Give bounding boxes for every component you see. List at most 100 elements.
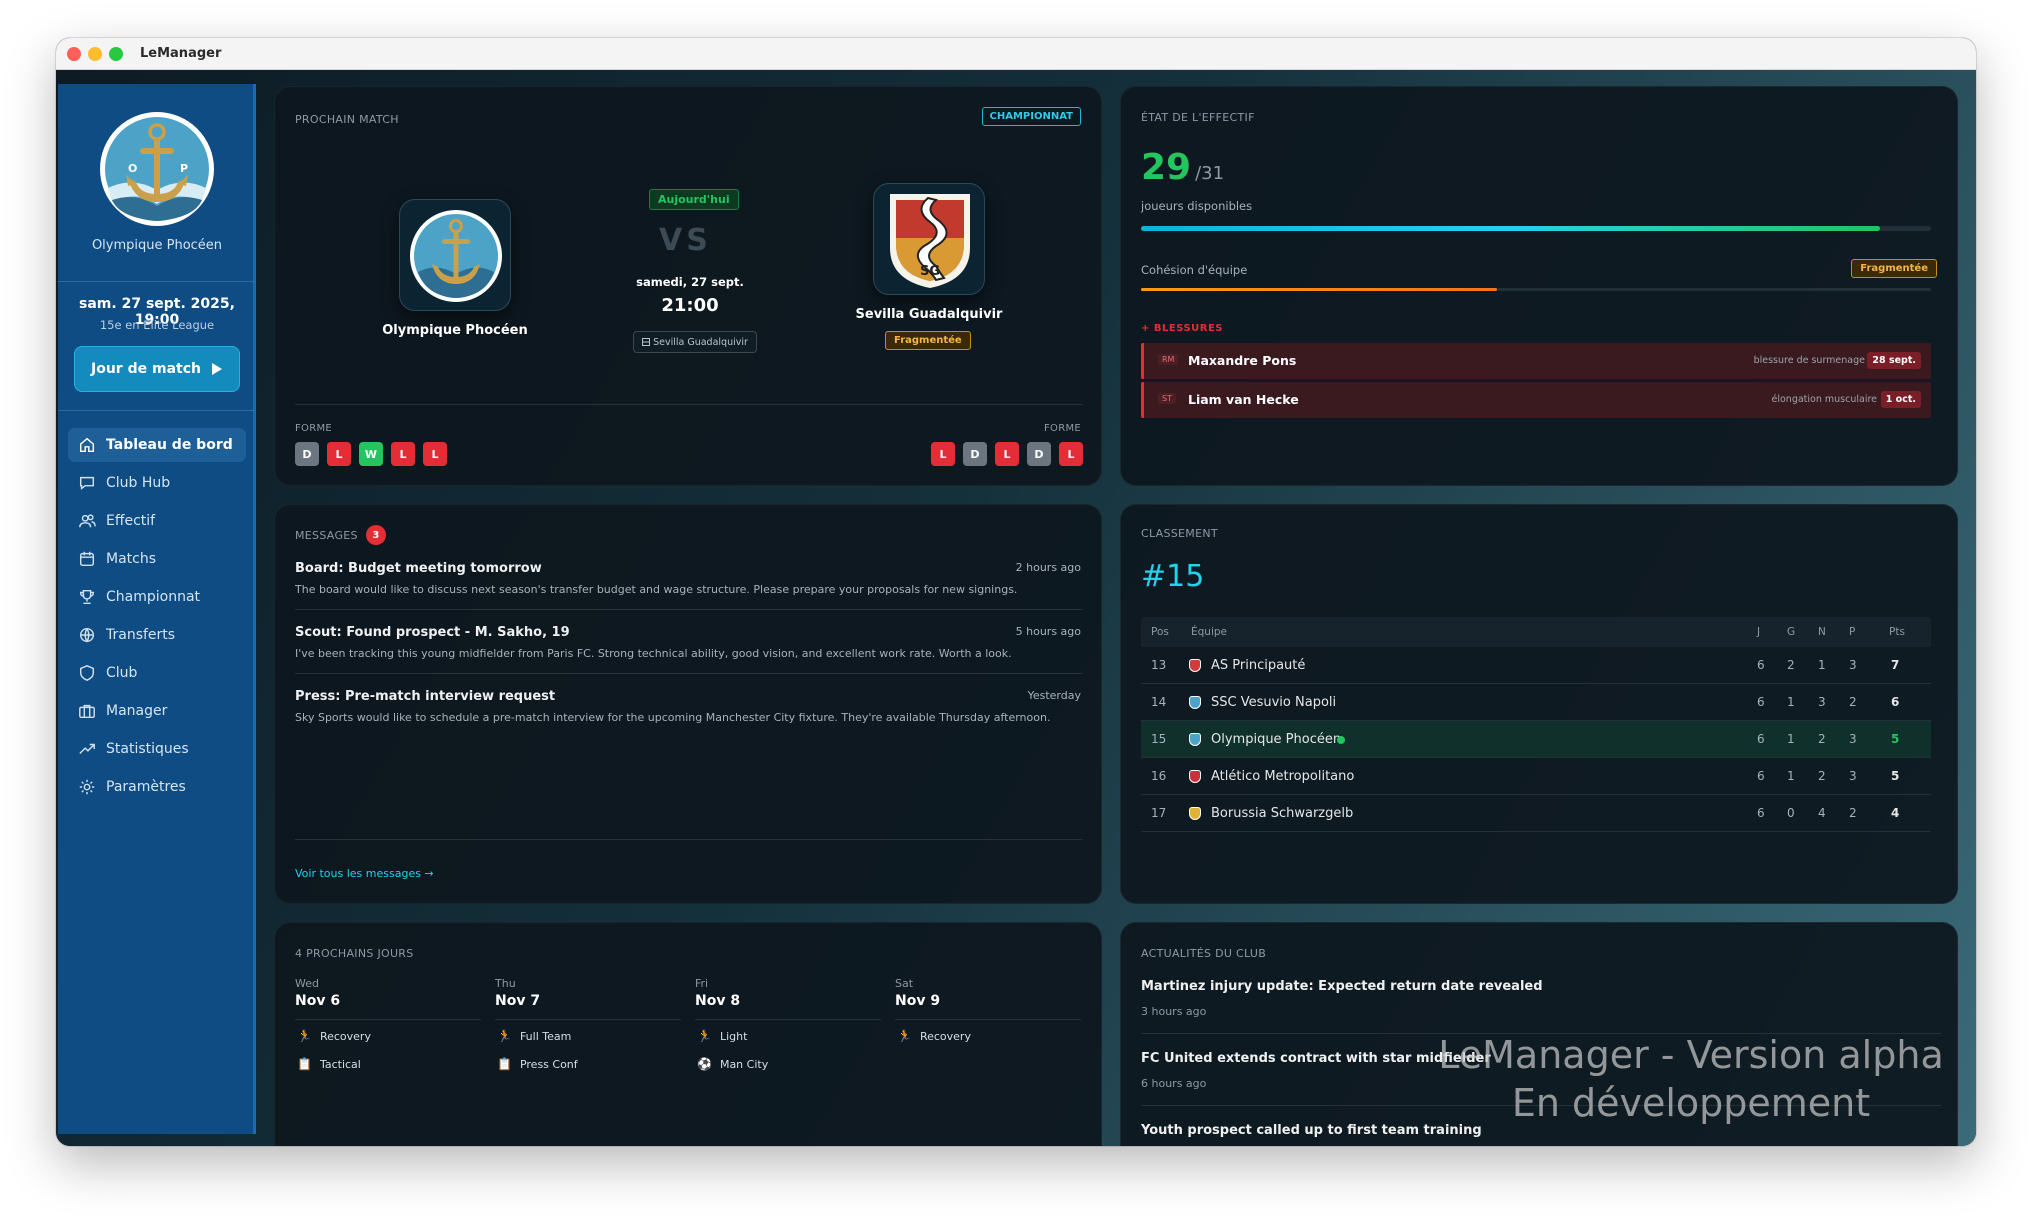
drawn-cell: 4	[1818, 806, 1826, 820]
sidebar-item-label: Club	[106, 665, 138, 681]
points-cell: 5	[1891, 732, 1900, 746]
standings-card[interactable]: CLASSEMENT #15 Pos Équipe J G N P Pts 13…	[1120, 504, 1958, 904]
day-date: Nov 9	[895, 993, 941, 1009]
availability-bar	[1141, 226, 1931, 231]
home-icon	[79, 437, 95, 453]
view-all-messages-link[interactable]: Voir tous les messages →	[295, 867, 434, 880]
runner-icon: 🏃	[897, 1029, 912, 1043]
injury-type: élongation musculaire	[1771, 394, 1878, 405]
trend-icon	[79, 743, 95, 755]
col-header: Pos	[1151, 626, 1169, 638]
sidebar-item-manager[interactable]: Manager	[68, 694, 246, 728]
next-match-card[interactable]: PROCHAIN MATCH CHAMPIONNAT Olympique Pho…	[274, 86, 1102, 486]
squad-status-card[interactable]: ÉTAT DE L'EFFECTIF 29 /31 joueurs dispon…	[1120, 86, 1958, 486]
team-cell: SSC Vesuvio Napoli	[1211, 695, 1337, 710]
messages-card[interactable]: MESSAGES 3 Board: Budget meeting tomorro…	[274, 504, 1102, 904]
sidebar-item-transfers[interactable]: Transferts	[68, 618, 246, 652]
table-row[interactable]: 17 Borussia Schwarzgelb 6 0 4 2 4	[1141, 795, 1931, 832]
won-cell: 0	[1787, 806, 1795, 820]
sidebar-item-label: Transferts	[106, 627, 176, 643]
home-form-result: D	[295, 442, 319, 466]
drawn-cell: 1	[1818, 658, 1826, 672]
home-form-result: L	[327, 442, 351, 466]
club-crest-logo: O P	[100, 112, 214, 226]
news-card[interactable]: ACTUALITÉS DU CLUB Martinez injury updat…	[1120, 922, 1958, 1146]
sidebar-item-club-hub[interactable]: Club Hub	[68, 466, 246, 500]
col-header: J	[1757, 626, 1761, 638]
message-time: 2 hours ago	[1015, 561, 1081, 574]
users-icon	[79, 514, 96, 528]
away-form-result: L	[1059, 442, 1083, 466]
day-date: Nov 7	[495, 993, 541, 1009]
gear-icon	[79, 779, 95, 795]
injury-row[interactable]: ST Liam van Hecke élongation musculaire …	[1141, 382, 1931, 418]
sidebar-item-label: Club Hub	[106, 475, 171, 491]
points-cell: 7	[1891, 658, 1900, 672]
table-row[interactable]: 15 Olympique Phocéen 6 1 2 3 5	[1141, 721, 1931, 758]
schedule-card[interactable]: 4 PROCHAINS JOURS Wed Nov 6 🏃 Recovery 📋 Tact…	[274, 922, 1102, 1146]
activity-label: Press Conf	[519, 1057, 578, 1071]
sidebar-item-squad[interactable]: Effectif	[68, 504, 246, 538]
drawn-cell: 2	[1818, 732, 1826, 746]
message-time: Yesterday	[1027, 689, 1081, 702]
minimize-window-button[interactable]	[88, 47, 102, 61]
sidebar-item-settings[interactable]: Paramètres	[68, 770, 246, 804]
col-header: Équipe	[1191, 626, 1227, 638]
clipboard-icon: 📋	[297, 1057, 312, 1071]
schedule-activity[interactable]: 📋 Tactical	[297, 1057, 361, 1071]
day-weekday: Fri	[695, 977, 709, 990]
away-form-label: FORME	[1043, 423, 1081, 434]
table-row[interactable]: 14 SSC Vesuvio Napoli 6 1 3 2 6	[1141, 684, 1931, 721]
sidebar-item-dashboard[interactable]: Tableau de bord	[68, 428, 246, 462]
matchday-button[interactable]: Jour de match	[74, 346, 240, 392]
schedule-activity[interactable]: 📋 Press Conf	[497, 1057, 578, 1071]
today-badge: Aujourd'hui	[649, 189, 739, 210]
activity-label: Light	[719, 1029, 748, 1043]
title-bar: LeManager	[56, 38, 1976, 70]
injury-row[interactable]: RM Maxandre Pons blessure de surmenage 2…	[1141, 343, 1931, 379]
sidebar-item-matches[interactable]: Matchs	[68, 542, 246, 576]
schedule-activity[interactable]: 🏃 Recovery	[897, 1029, 971, 1043]
schedule-activity[interactable]: 🏃 Recovery	[297, 1029, 371, 1043]
won-cell: 1	[1787, 732, 1795, 746]
divider	[695, 1019, 881, 1020]
team-cell: AS Principauté	[1211, 658, 1306, 673]
shield-icon	[79, 665, 95, 681]
sidebar-item-club[interactable]: Club	[68, 656, 246, 690]
close-window-button[interactable]	[67, 47, 81, 61]
activity-label: Recovery	[919, 1029, 971, 1043]
svg-text:P: P	[180, 162, 188, 175]
points-cell: 5	[1891, 769, 1900, 783]
schedule-activity[interactable]: 🏃 Light	[697, 1029, 747, 1043]
divider	[295, 609, 1083, 610]
points-cell: 4	[1891, 806, 1900, 820]
sidebar-item-statistics[interactable]: Statistiques	[68, 732, 246, 766]
news-time: 3 hours ago	[1141, 1005, 1207, 1018]
activity-label: Man City	[719, 1057, 769, 1071]
availability-bar-fill	[1141, 226, 1880, 231]
day-weekday: Thu	[495, 977, 516, 990]
maximize-window-button[interactable]	[109, 47, 123, 61]
played-cell: 6	[1757, 732, 1765, 746]
card-label: 4 PROCHAINS JOURS	[295, 947, 414, 960]
globe-icon	[79, 627, 95, 643]
schedule-activity[interactable]: ⚽ Man City	[697, 1057, 768, 1071]
sidebar-item-label: Statistiques	[106, 741, 189, 757]
sidebar-item-label: Championnat	[106, 589, 201, 605]
team-cell: Borussia Schwarzgelb	[1211, 806, 1354, 821]
sidebar-item-league[interactable]: Championnat	[68, 580, 246, 614]
current-team-indicator	[1337, 736, 1345, 744]
chat-icon	[79, 476, 95, 490]
message-title: Scout: Found prospect - M. Sakho, 19	[295, 625, 570, 640]
played-cell: 6	[1757, 806, 1765, 820]
player-position: RM	[1158, 354, 1179, 365]
table-row[interactable]: 13 AS Principauté 6 2 1 3 7	[1141, 647, 1931, 684]
venue-name: Sevilla Guadalquivir	[653, 336, 748, 348]
schedule-activity[interactable]: 🏃 Full Team	[497, 1029, 571, 1043]
away-form-result: L	[995, 442, 1019, 466]
stadium-icon	[642, 338, 651, 346]
table-row[interactable]: 16 Atlético Metropolitano 6 1 2 3 5	[1141, 758, 1931, 795]
day-date: Nov 8	[695, 993, 741, 1009]
drawn-cell: 3	[1818, 695, 1826, 709]
message-body: I've been tracking this young midfielder…	[295, 647, 1012, 660]
